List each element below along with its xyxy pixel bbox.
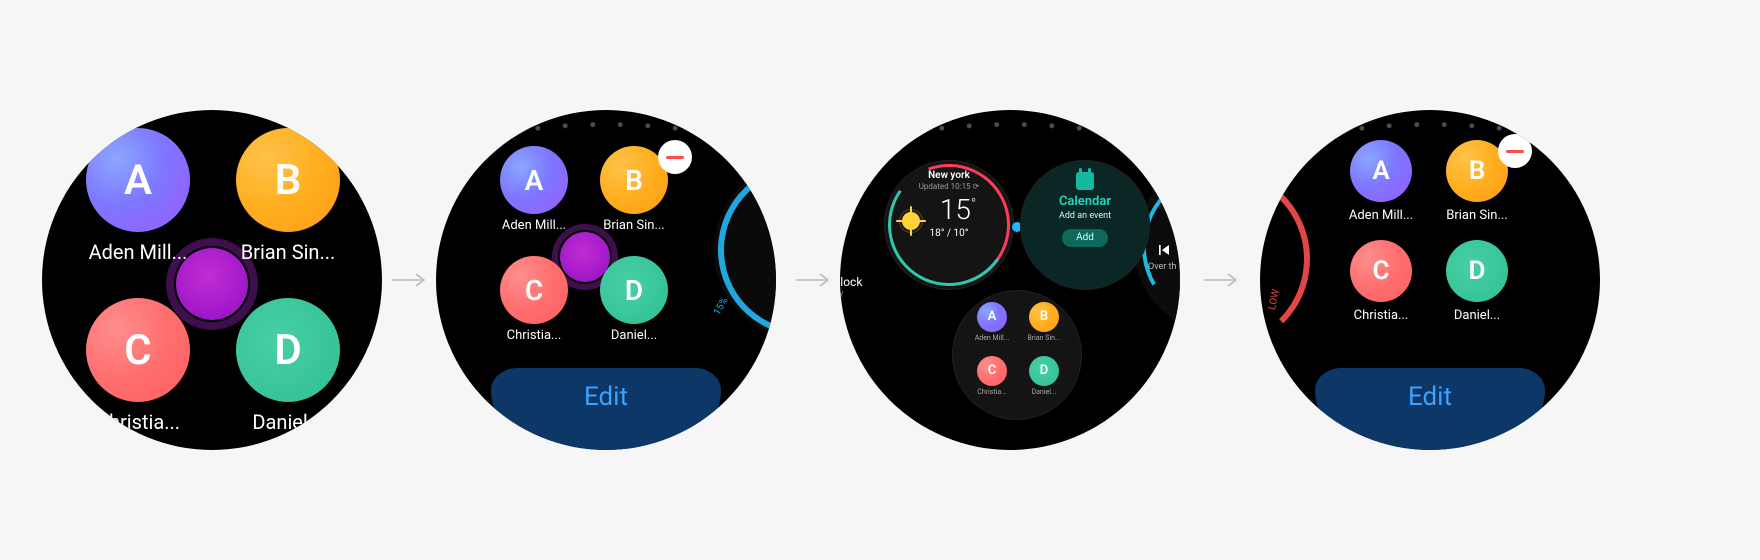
- peek-clock-widget[interactable]: clock ity: [840, 275, 862, 299]
- arrow-right-icon: [1204, 271, 1240, 289]
- contact-a[interactable]: A Aden Mill...: [68, 128, 208, 264]
- arrow-right-icon: [392, 271, 428, 289]
- contact-a-label: Aden Mill...: [966, 334, 1018, 342]
- calendar-icon: [1076, 172, 1094, 190]
- contact-c-label: Christia...: [486, 328, 582, 343]
- contact-c-label: Christia...: [966, 388, 1018, 396]
- widget-calendar[interactable]: Calendar Add an event Add: [1020, 160, 1150, 290]
- page-indicator: [840, 122, 1180, 127]
- contact-b-label: Brian Sin...: [218, 240, 358, 264]
- contacts-grid[interactable]: A Aden Mill... B Brian Sin... C Christia…: [472, 146, 692, 366]
- page-indicator: [1260, 122, 1600, 127]
- peek-activity-ring[interactable]: 15%: [714, 160, 776, 340]
- activity-ring-icon: [718, 164, 776, 336]
- contacts-grid: A Aden Mill... B Brian Sin... C Christia…: [42, 110, 382, 450]
- avatar-c: C: [1350, 240, 1412, 302]
- contact-c-label: Christia...: [68, 410, 208, 434]
- avatar-b: B: [236, 128, 340, 232]
- arrow-right-icon: [796, 271, 832, 289]
- avatar-a: A: [977, 302, 1007, 332]
- edit-button[interactable]: Edit: [491, 368, 721, 450]
- contact-a-label: Aden Mill...: [486, 218, 582, 233]
- calendar-subtitle: Add an event: [1020, 211, 1150, 221]
- avatar-d: D: [1446, 240, 1508, 302]
- contact-a: A Aden Mill...: [1336, 140, 1426, 223]
- widget-weather[interactable]: New york Updated 10:15 ⟳ 15° 18° / 10°: [884, 160, 1014, 290]
- avatar-d: D: [600, 256, 668, 324]
- edit-button[interactable]: Edit: [1315, 368, 1545, 450]
- contact-d-label: Daniel...: [1018, 388, 1070, 396]
- avatar-c: C: [977, 356, 1007, 386]
- avatar-a: A: [500, 146, 568, 214]
- contact-d: D Daniel...: [586, 256, 682, 343]
- page-indicator: [436, 122, 776, 127]
- watch-screen-edit-widget-2: LOW A Aden Mill... B Brian Sin... C Chri…: [1260, 110, 1600, 450]
- watch-screen-widgets-carousel: clock ity Over th New york Updated 10:15…: [840, 110, 1180, 450]
- avatar-a: A: [1350, 140, 1412, 202]
- contact-c: C Christia...: [486, 256, 582, 343]
- stage: A Aden Mill... B Brian Sin... C Christia…: [0, 0, 1760, 560]
- contact-d-label: Daniel...: [1432, 308, 1522, 323]
- watch-screen-contacts: A Aden Mill... B Brian Sin... C Christia…: [42, 110, 382, 450]
- activity-ring-percent: 15%: [712, 296, 731, 318]
- contact-d-label: Daniel...: [218, 410, 358, 434]
- peek-clock-title: clock: [840, 275, 862, 289]
- contact-a-label: Aden Mill...: [68, 240, 208, 264]
- widget-contacts-mini[interactable]: A Aden Mill... B Brian Sin... C Christia...…: [952, 290, 1082, 420]
- contact-a-label: Aden Mill...: [1336, 208, 1426, 223]
- avatar-c: C: [86, 298, 190, 402]
- contact-b-label: Brian Sin...: [586, 218, 682, 233]
- contact-b-label: Brian Sin...: [1432, 208, 1522, 223]
- music-track-label: Over th: [1148, 262, 1176, 272]
- contact-d[interactable]: D Daniel...: [218, 298, 358, 434]
- contact-d-label: Daniel...: [586, 328, 682, 343]
- volume-icon: [1158, 190, 1174, 206]
- avatar-d: D: [236, 298, 340, 402]
- contact-c: C Christia...: [1336, 240, 1426, 323]
- avatar-b: B: [1029, 302, 1059, 332]
- peek-clock-sub: ity: [840, 289, 862, 299]
- sun-icon: [902, 212, 920, 230]
- contact-d: D Daniel...: [1432, 240, 1522, 323]
- watch-screen-edit-widget: k 15% A Aden Mill... B Brian Sin... C Ch…: [436, 110, 776, 450]
- avatar-d: D: [1029, 356, 1059, 386]
- contact-c[interactable]: C Christia...: [68, 298, 208, 434]
- calendar-add-button[interactable]: Add: [1062, 229, 1108, 247]
- previous-track-icon[interactable]: [1154, 240, 1174, 260]
- remove-widget-button[interactable]: [1498, 134, 1532, 168]
- calendar-title: Calendar: [1020, 194, 1150, 209]
- contact-b-label: Brian Sin...: [1018, 334, 1070, 342]
- contact-a: A Aden Mill...: [486, 146, 582, 233]
- contact-c-label: Christia...: [1336, 308, 1426, 323]
- peek-low-arc: [1260, 168, 1310, 350]
- avatar-c: C: [500, 256, 568, 324]
- avatar-a: A: [86, 128, 190, 232]
- contact-b[interactable]: B Brian Sin...: [218, 128, 358, 264]
- remove-widget-button[interactable]: [658, 140, 692, 174]
